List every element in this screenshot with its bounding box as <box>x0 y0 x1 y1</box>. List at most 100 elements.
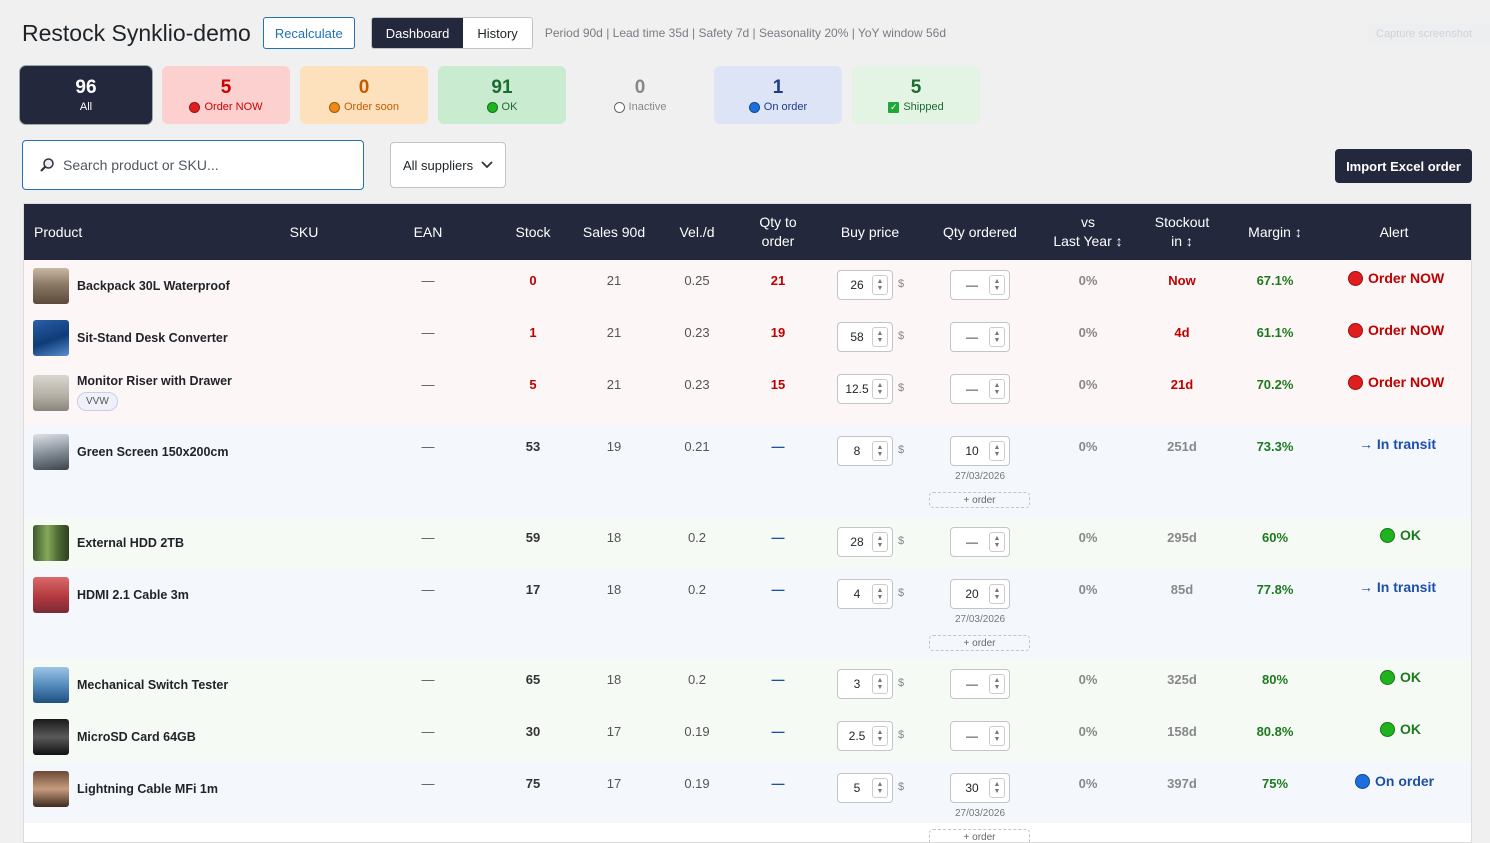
buy-price-stepper[interactable]: 8 ▲ ▼ <box>837 436 893 466</box>
filter-card-order-now[interactable]: 5 Order NOW <box>162 66 290 124</box>
stepper-arrows-icon[interactable]: ▲ ▼ <box>989 674 1005 694</box>
card-label: Order NOW <box>204 101 263 113</box>
col-vs-last-year[interactable]: vs Last Year ↕ <box>1042 204 1134 260</box>
table-header: Product SKU EAN Stock Sales 90d Vel./d Q… <box>24 204 1471 260</box>
card-count: 0 <box>634 77 646 98</box>
buy-price-stepper[interactable]: 26 ▲ ▼ <box>837 270 893 300</box>
product-name[interactable]: Monitor Riser with Drawer <box>77 374 232 388</box>
filter-card-inactive[interactable]: 0 Inactive <box>576 66 704 124</box>
vs-last-year-cell: 0% <box>1078 530 1098 545</box>
stepper-arrows-icon[interactable]: ▲ ▼ <box>872 327 888 347</box>
filter-card-all[interactable]: 96 All <box>20 66 152 124</box>
product-thumbnail <box>33 268 69 304</box>
currency-symbol: $ <box>898 382 905 394</box>
stepper-arrows-icon[interactable]: ▲ ▼ <box>989 441 1005 461</box>
supplier-select[interactable]: All suppliers <box>390 142 506 188</box>
col-qty-ordered[interactable]: Qty ordered <box>930 204 1030 260</box>
product-name[interactable]: Sit-Stand Desk Converter <box>77 331 228 345</box>
vs-last-year-cell: 0% <box>1078 776 1098 791</box>
import-excel-order-button[interactable]: Import Excel order <box>1335 149 1472 183</box>
stepper-arrows-icon[interactable]: ▲ ▼ <box>989 327 1005 347</box>
status-filter-cards: 96 All 5 Order NOW 0 Order soon 91 OK 0 … <box>20 66 990 124</box>
col-velocity[interactable]: Vel./d <box>657 204 737 260</box>
col-margin[interactable]: Margin ↕ <box>1234 204 1316 260</box>
product-name[interactable]: External HDD 2TB <box>77 536 184 550</box>
qty-ordered-stepper[interactable]: 30 ▲ ▼ <box>950 773 1010 803</box>
stepper-arrows-icon[interactable]: ▲ ▼ <box>872 532 888 552</box>
ean-cell: — <box>421 724 435 739</box>
stepper-arrows-icon[interactable]: ▲ ▼ <box>989 778 1005 798</box>
col-product[interactable]: Product <box>34 204 184 260</box>
capture-screenshot-button[interactable]: Capture screenshot <box>1368 23 1490 45</box>
col-sku[interactable]: SKU <box>264 204 344 260</box>
ean-cell: — <box>421 377 435 392</box>
qty-to-order-cell: — <box>771 724 785 739</box>
col-stock[interactable]: Stock <box>493 204 573 260</box>
tab-history[interactable]: History <box>463 18 532 48</box>
tab-dashboard[interactable]: Dashboard <box>371 18 464 48</box>
parameters-summary: Period 90d | Lead time 35d | Safety 7d |… <box>544 26 946 40</box>
red-circle-icon <box>189 101 201 113</box>
filter-card-on-order[interactable]: 1 On order <box>714 66 842 124</box>
add-order-button[interactable]: + order <box>929 829 1030 842</box>
product-name[interactable]: MicroSD Card 64GB <box>77 730 196 744</box>
product-name[interactable]: HDMI 2.1 Cable 3m <box>77 588 189 602</box>
velocity-cell: 0.19 <box>684 776 710 791</box>
table-row: MicroSD Card 64GB — 30 17 0.19 — 0% 158d 80.8% 2… <box>24 711 1471 763</box>
stockout-cell: 251d <box>1167 439 1197 454</box>
buy-price-stepper[interactable]: 12.5 ▲ ▼ <box>837 374 893 404</box>
stepper-arrows-icon[interactable]: ▲ ▼ <box>989 532 1005 552</box>
buy-price-stepper[interactable]: 2.5 ▲ ▼ <box>837 721 893 751</box>
filter-card-order-soon[interactable]: 0 Order soon <box>300 66 428 124</box>
qty-ordered-stepper[interactable]: 10 ▲ ▼ <box>950 436 1010 466</box>
stepper-arrows-icon[interactable]: ▲ ▼ <box>989 275 1005 295</box>
filter-card-ok[interactable]: 91 OK <box>438 66 566 124</box>
card-count: 91 <box>491 77 513 98</box>
stepper-arrows-icon[interactable]: ▲ ▼ <box>872 441 888 461</box>
stepper-arrows-icon[interactable]: ▲ ▼ <box>872 726 888 746</box>
qty-ordered-stepper[interactable]: — ▲ ▼ <box>950 270 1010 300</box>
card-count: 5 <box>910 77 922 98</box>
qty-ordered-stepper[interactable]: 20 ▲ ▼ <box>950 579 1010 609</box>
buy-price-stepper[interactable]: 4 ▲ ▼ <box>837 579 893 609</box>
alert-status: Order NOW <box>1348 270 1444 286</box>
qty-ordered-stepper[interactable]: — ▲ ▼ <box>950 527 1010 557</box>
col-sales-90d[interactable]: Sales 90d <box>574 204 654 260</box>
product-name[interactable]: Lightning Cable MFi 1m <box>77 782 218 796</box>
product-name[interactable]: Mechanical Switch Tester <box>77 678 228 692</box>
stepper-arrows-icon[interactable]: ▲ ▼ <box>872 275 888 295</box>
buy-price-stepper[interactable]: 3 ▲ ▼ <box>837 669 893 699</box>
qty-ordered-stepper[interactable]: — ▲ ▼ <box>950 669 1010 699</box>
stepper-arrows-icon[interactable]: ▲ ▼ <box>872 379 888 399</box>
search-input[interactable] <box>61 156 345 174</box>
add-order-button[interactable]: + order <box>929 492 1030 508</box>
col-qty-to-order[interactable]: Qty to order <box>738 204 818 260</box>
alert-status: → In transit <box>1359 436 1436 452</box>
col-alert[interactable]: Alert <box>1344 204 1444 260</box>
col-ean[interactable]: EAN <box>388 204 468 260</box>
buy-price-stepper[interactable]: 58 ▲ ▼ <box>837 322 893 352</box>
filter-card-shipped[interactable]: 5 ✓ Shipped <box>852 66 980 124</box>
stepper-arrows-icon[interactable]: ▲ ▼ <box>989 726 1005 746</box>
qty-ordered-stepper[interactable]: — ▲ ▼ <box>950 374 1010 404</box>
qty-ordered-stepper[interactable]: — ▲ ▼ <box>950 721 1010 751</box>
velocity-cell: 0.23 <box>684 377 710 392</box>
col-buy-price[interactable]: Buy price <box>824 204 916 260</box>
stepper-arrows-icon[interactable]: ▲ ▼ <box>989 584 1005 604</box>
stock-cell: 59 <box>525 530 541 545</box>
product-name[interactable]: Green Screen 150x200cm <box>77 445 229 459</box>
order-date: 27/03/2026 <box>954 614 1006 625</box>
velocity-cell: 0.2 <box>687 530 707 545</box>
add-order-button[interactable]: + order <box>929 635 1030 651</box>
col-stockout[interactable]: Stockout in ↕ <box>1139 204 1225 260</box>
buy-price-stepper[interactable]: 28 ▲ ▼ <box>837 527 893 557</box>
stepper-arrows-icon[interactable]: ▲ ▼ <box>872 584 888 604</box>
stepper-arrows-icon[interactable]: ▲ ▼ <box>872 674 888 694</box>
stepper-arrows-icon[interactable]: ▲ ▼ <box>989 379 1005 399</box>
currency-symbol: $ <box>898 278 905 290</box>
stepper-arrows-icon[interactable]: ▲ ▼ <box>872 778 888 798</box>
qty-ordered-stepper[interactable]: — ▲ ▼ <box>950 322 1010 352</box>
buy-price-stepper[interactable]: 5 ▲ ▼ <box>837 773 893 803</box>
recalculate-button[interactable]: Recalculate <box>262 17 355 49</box>
product-name[interactable]: Backpack 30L Waterproof <box>77 279 230 293</box>
